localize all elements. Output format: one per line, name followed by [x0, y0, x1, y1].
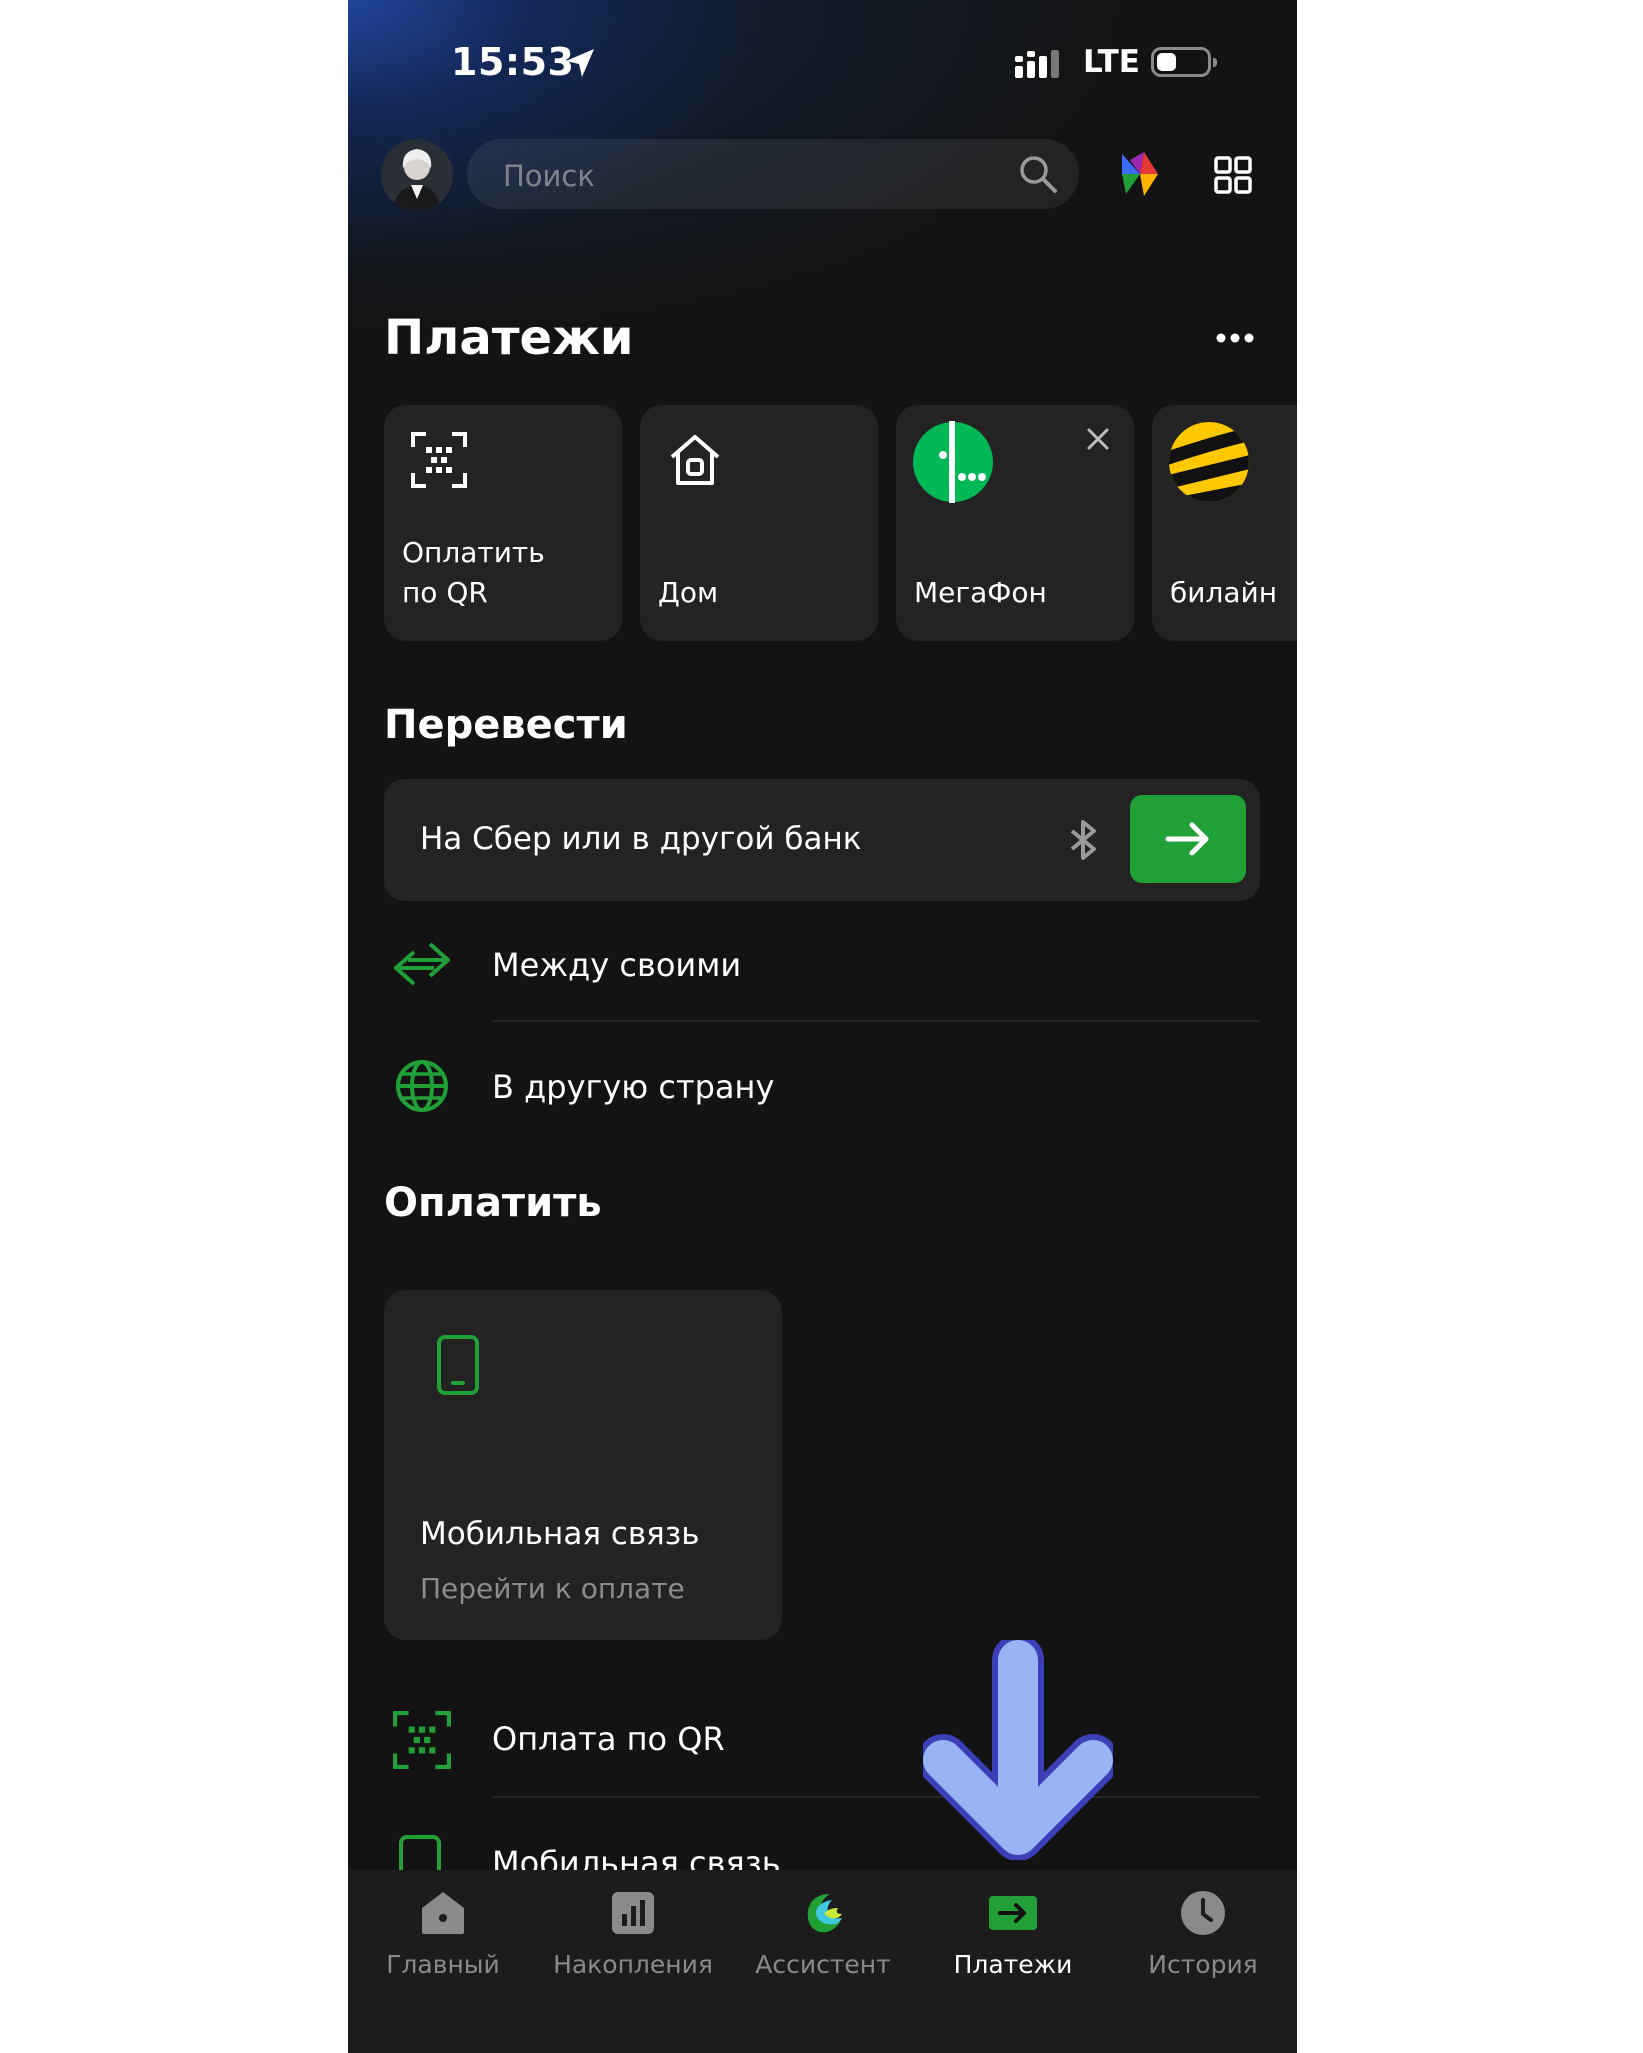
- search-input[interactable]: Поиск: [467, 139, 1079, 209]
- pay-title: Оплатить: [384, 1180, 602, 1226]
- tile-label: МегаФон: [914, 576, 1047, 609]
- transfer-title: Перевести: [384, 702, 628, 748]
- card-subtitle: Перейти к оплате: [420, 1572, 685, 1605]
- assistant-icon: [807, 1894, 842, 1933]
- list-item-other-country[interactable]: В другую страну: [384, 1050, 1260, 1144]
- home-icon: [422, 1892, 464, 1934]
- globe-icon: [396, 1060, 448, 1112]
- card-title: Мобильная связь: [420, 1516, 700, 1552]
- tile-megafon[interactable]: МегаФон: [896, 405, 1134, 641]
- tab-history[interactable]: История: [1108, 1870, 1297, 1979]
- tab-label: Накопления: [553, 1950, 713, 1979]
- payments-icon: [989, 1896, 1037, 1930]
- search-icon: [1020, 156, 1057, 193]
- mobile-phone-icon: [437, 1335, 479, 1395]
- grid-menu-icon[interactable]: [1214, 156, 1252, 194]
- list-item-between-accounts[interactable]: Между своими: [384, 928, 1260, 1022]
- signal-icon: [1015, 50, 1059, 78]
- list-item-mobile[interactable]: Мобильная связь: [384, 1826, 1260, 1870]
- list-item-label: Между своими: [492, 946, 742, 984]
- mobile-payment-card[interactable]: Мобильная связь Перейти к оплате: [384, 1290, 782, 1640]
- tab-assistant[interactable]: Ассистент: [728, 1870, 918, 1979]
- sber-assistant-icon[interactable]: [1116, 150, 1162, 200]
- tab-payments[interactable]: Платежи: [918, 1870, 1108, 1979]
- qr-scan-icon: [411, 432, 467, 488]
- tile-label: Дом: [658, 576, 719, 609]
- tile-pay-by-qr[interactable]: Оплатить по QR: [384, 405, 622, 641]
- more-icon[interactable]: [1216, 333, 1254, 343]
- mobile-phone-icon: [399, 1835, 441, 1870]
- payments-title: Платежи: [384, 310, 634, 366]
- transfer-go-button[interactable]: [1130, 795, 1246, 883]
- tile-home[interactable]: Дом: [640, 405, 878, 641]
- status-time: 15:53: [451, 40, 575, 84]
- megafon-logo: [913, 421, 993, 503]
- tab-main[interactable]: Главный: [348, 1870, 538, 1979]
- battery-icon: [1151, 47, 1217, 77]
- close-icon[interactable]: [1086, 427, 1110, 451]
- clock-icon: [1181, 1891, 1225, 1935]
- tab-label: История: [1148, 1950, 1258, 1979]
- transfer-field-label: На Сбер или в другой банк: [420, 821, 862, 857]
- tab-bar: Главный Накопления Ассистент Платежи Ист…: [348, 1870, 1297, 2053]
- arrow-right-icon: [1165, 822, 1209, 856]
- divider: [492, 1796, 1260, 1798]
- tile-label: Оплатить по QR: [402, 536, 545, 609]
- list-item-label: Оплата по QR: [492, 1720, 725, 1758]
- list-item-label: В другую страну: [492, 1068, 775, 1106]
- network-type: LTE: [1083, 44, 1140, 80]
- beeline-logo: [1169, 422, 1249, 502]
- location-arrow-icon: [566, 49, 594, 77]
- tab-savings[interactable]: Накопления: [538, 1870, 728, 1979]
- tab-label: Платежи: [953, 1950, 1073, 1979]
- between-accounts-icon: [394, 942, 450, 986]
- qr-scan-icon: [393, 1711, 451, 1769]
- tab-label: Ассистент: [755, 1950, 891, 1979]
- phone-screen: 15:53 LTE Поиск Платежи Оплатить по QR Д…: [348, 0, 1297, 2053]
- annotation-arrow-down-icon: [923, 1640, 1113, 1860]
- bluetooth-icon[interactable]: [1064, 819, 1104, 861]
- list-item-qr-payment[interactable]: Оплата по QR: [384, 1700, 1260, 1800]
- home-icon: [670, 435, 720, 485]
- search-placeholder: Поиск: [503, 159, 595, 193]
- tab-label: Главный: [386, 1950, 500, 1979]
- transfer-field[interactable]: На Сбер или в другой банк: [384, 779, 1260, 901]
- tile-label: билайн: [1170, 576, 1278, 609]
- chart-icon: [612, 1892, 654, 1934]
- list-item-label: Мобильная связь: [492, 1844, 781, 1870]
- tile-beeline[interactable]: билайн: [1152, 405, 1297, 641]
- divider: [492, 1020, 1260, 1022]
- avatar[interactable]: [381, 139, 453, 211]
